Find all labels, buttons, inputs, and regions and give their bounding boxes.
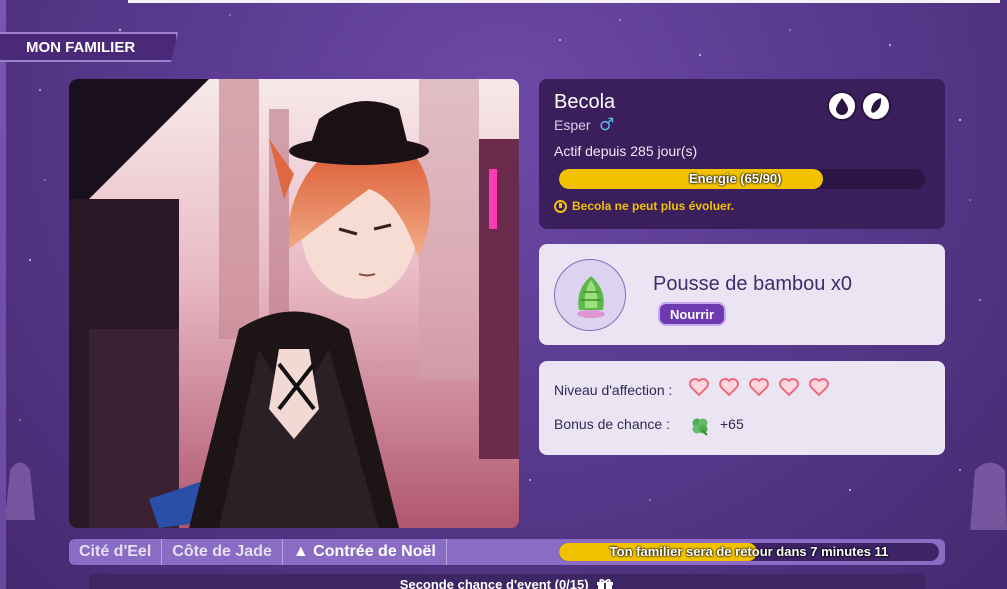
heart-icon: [809, 378, 829, 396]
feather-icon[interactable]: [861, 91, 891, 121]
heart-icon: [779, 378, 799, 396]
left-frame: [0, 0, 6, 589]
nav-item-cite-eel[interactable]: Cité d'Eel: [69, 539, 163, 565]
energy-bar: Energie (65/90): [559, 169, 925, 189]
event-label: Seconde chance d'event (0/15): [89, 577, 925, 589]
bamboo-shoot-icon: [554, 259, 626, 331]
water-drop-icon[interactable]: [827, 91, 857, 121]
pet-race: Esper: [554, 117, 591, 133]
event-label-text: Seconde chance d'event (0/15): [399, 577, 589, 589]
return-timer-bar: Ton familier sera de retour dans 7 minut…: [559, 543, 939, 561]
energy-label: Energie (65/90): [689, 171, 782, 186]
male-symbol-icon: ♂: [599, 115, 615, 135]
pet-name: Becola: [554, 91, 616, 113]
active-since: Actif depuis 285 jour(s): [554, 143, 698, 159]
clover-icon: [690, 416, 710, 436]
evolve-warning-text: Becola ne peut plus évoluer.: [572, 199, 735, 213]
event-bar[interactable]: Seconde chance d'event (0/15): [89, 574, 925, 589]
luck-label: Bonus de chance :: [554, 416, 670, 432]
nav-item-contree-noel[interactable]: ▲ Contrée de Noël: [283, 539, 447, 565]
nav-item-cote-jade[interactable]: Côte de Jade: [162, 539, 283, 565]
food-name: Pousse de bambou x0: [653, 273, 853, 295]
stats-card: Niveau d'affection : Bonus de chance : +…: [539, 361, 945, 455]
feed-button[interactable]: Nourrir: [658, 302, 727, 326]
affection-hearts: [689, 378, 829, 396]
pet-info-card: Becola Esper ♂ Actif depuis 285 jour(s) …: [539, 79, 945, 229]
info-icon: [554, 199, 567, 213]
luck-value: +65: [720, 416, 744, 432]
heart-icon: [689, 378, 709, 396]
location-nav: Cité d'Eel Côte de Jade ▲ Contrée de Noë…: [69, 539, 945, 565]
food-card: Pousse de bambou x0 Nourrir: [539, 244, 945, 345]
section-title: MON FAMILIER: [0, 32, 178, 62]
status-icons: [827, 91, 891, 121]
return-timer-label: Ton familier sera de retour dans 7 minut…: [609, 544, 889, 559]
evolve-warning: Becola ne peut plus évoluer.: [554, 199, 734, 213]
affection-label: Niveau d'affection :: [554, 382, 673, 398]
gift-icon: [597, 578, 614, 589]
heart-icon: [719, 378, 739, 396]
pet-portrait: [69, 79, 519, 528]
heart-icon: [749, 378, 769, 396]
top-border: [128, 0, 1000, 3]
